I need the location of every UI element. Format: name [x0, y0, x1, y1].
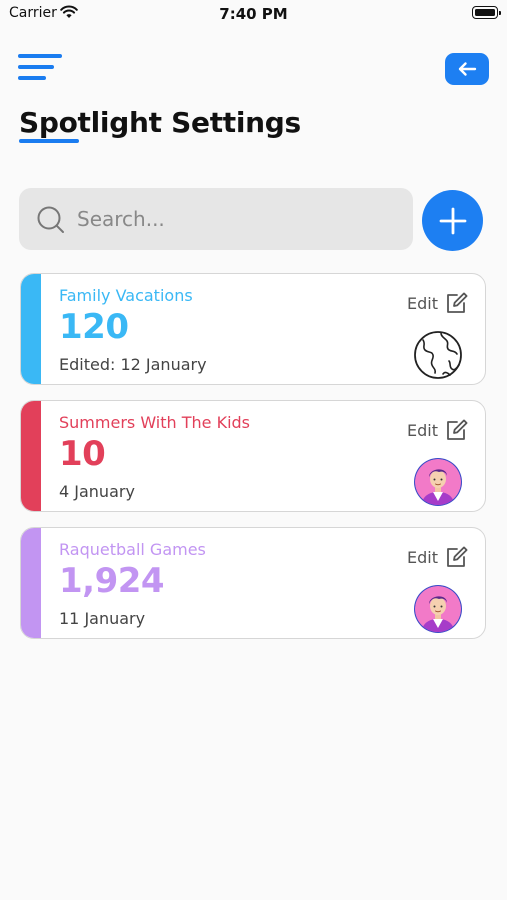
- search-input[interactable]: [77, 188, 397, 250]
- edit-label: Edit: [407, 293, 438, 313]
- edit-icon: [447, 546, 468, 567]
- clock: 7:40 PM: [219, 5, 288, 23]
- spotlight-card-family-vacations[interactable]: Family Vacations 120 Edited: 12 January …: [20, 273, 486, 385]
- card-title: Family Vacations: [59, 286, 193, 305]
- plus-icon: [439, 207, 466, 234]
- card-count: 1,924: [59, 561, 165, 601]
- search-bar: [19, 188, 413, 250]
- add-button[interactable]: [422, 190, 483, 251]
- search-icon: [37, 206, 64, 233]
- card-title: Raquetball Games: [59, 540, 206, 559]
- card-date: Edited: 12 January: [59, 355, 207, 374]
- battery-icon: [472, 6, 501, 19]
- title-underline: [19, 139, 79, 143]
- menu-button[interactable]: [18, 54, 62, 82]
- menu-icon-line: [18, 76, 46, 80]
- edit-button[interactable]: Edit: [407, 292, 469, 314]
- card-date: 11 January: [59, 609, 146, 628]
- arrow-left-icon: [458, 62, 477, 76]
- menu-icon-line: [18, 54, 62, 58]
- edit-icon: [447, 292, 468, 313]
- card-color-stripe: [21, 528, 41, 638]
- spotlight-card-raquetball-games[interactable]: Raquetball Games 1,924 11 January Edit: [20, 527, 486, 639]
- avatar-icon: [414, 458, 462, 506]
- card-date: 4 January: [59, 482, 135, 501]
- globe-icon: [414, 331, 462, 379]
- card-color-stripe: [21, 274, 41, 384]
- card-title: Summers With The Kids: [59, 413, 250, 432]
- page-title: Spotlight Settings: [19, 106, 301, 139]
- card-count: 120: [59, 307, 129, 347]
- edit-label: Edit: [407, 547, 438, 567]
- spotlight-card-summers-with-the-kids[interactable]: Summers With The Kids 10 4 January Edit: [20, 400, 486, 512]
- avatar-icon: [414, 585, 462, 633]
- edit-label: Edit: [407, 420, 438, 440]
- status-bar: Carrier 7:40 PM: [0, 0, 507, 28]
- edit-button[interactable]: Edit: [407, 419, 469, 441]
- back-button[interactable]: [445, 53, 489, 85]
- edit-icon: [447, 419, 468, 440]
- card-count: 10: [59, 434, 106, 474]
- menu-icon-line: [18, 65, 54, 69]
- card-color-stripe: [21, 401, 41, 511]
- edit-button[interactable]: Edit: [407, 546, 469, 568]
